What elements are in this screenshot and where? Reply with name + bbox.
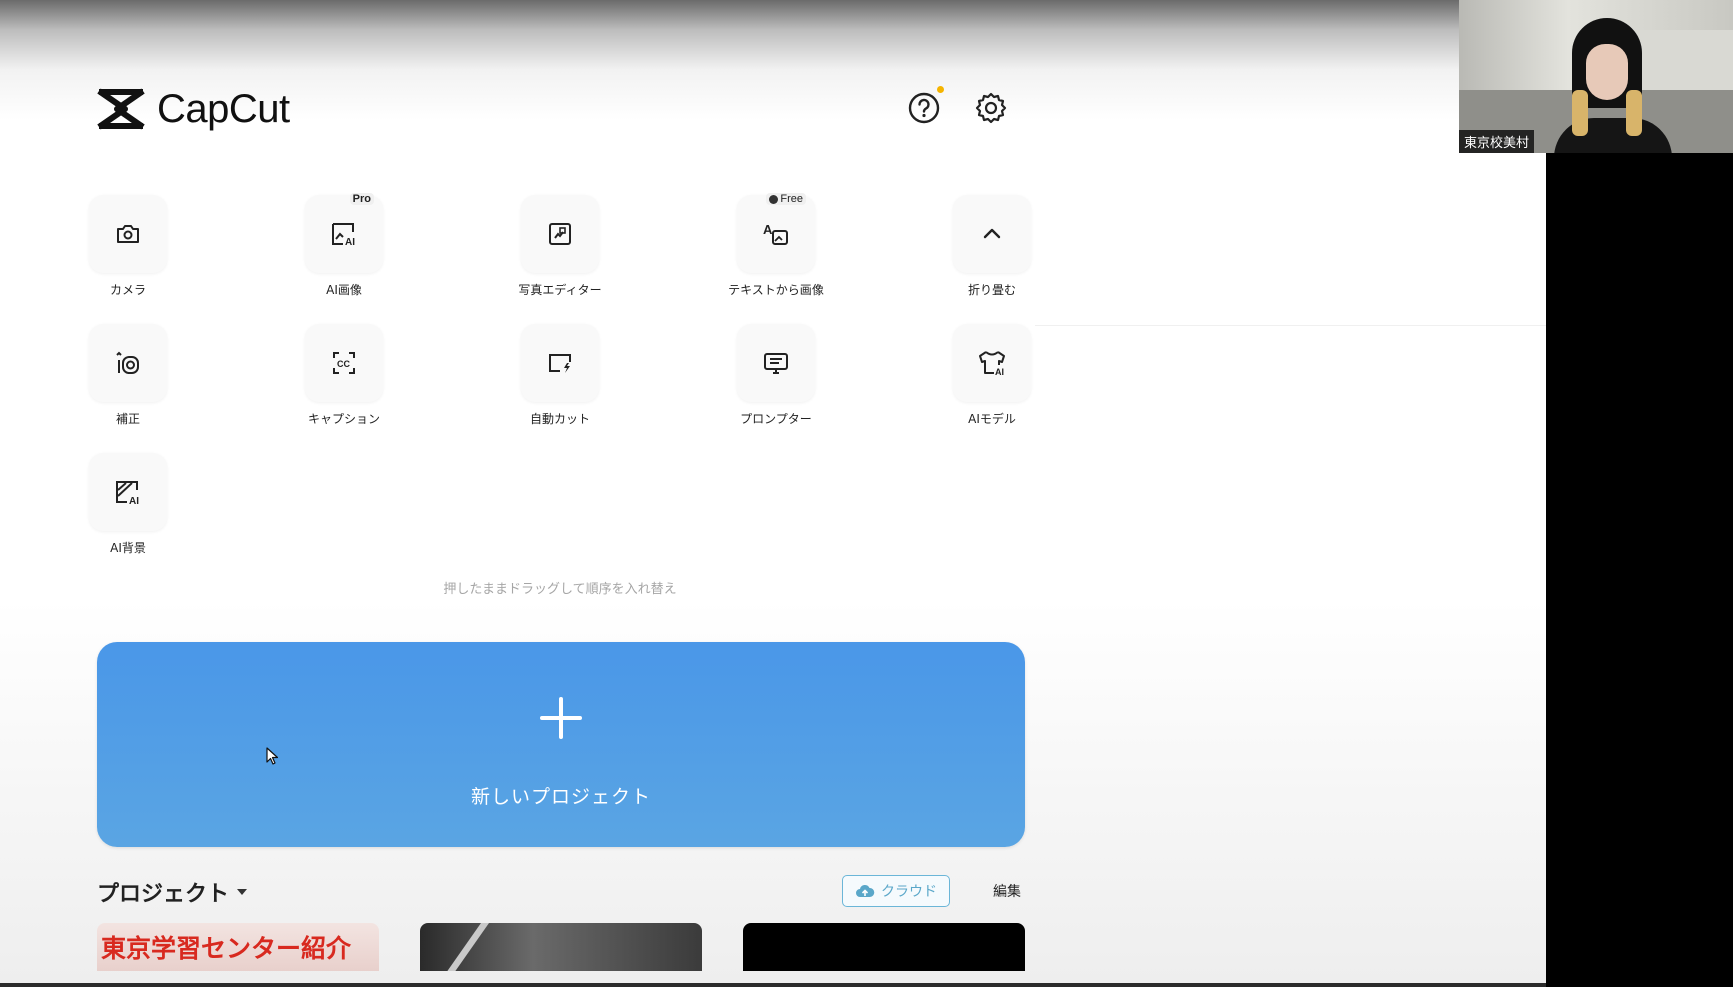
- autocut-icon: [549, 354, 571, 373]
- chevron-up-icon: [983, 228, 1001, 239]
- project-thumbnail-title: 東京学習センター紹介: [101, 934, 352, 963]
- ai-image-icon: AI: [332, 223, 355, 248]
- free-badge: Free: [766, 193, 806, 205]
- tool-ai-background[interactable]: AI AI背景: [68, 453, 178, 563]
- window-bottom-edge: [0, 983, 1546, 987]
- tool-label: 自動カット: [529, 412, 590, 426]
- cloud-upload-icon: [856, 884, 875, 897]
- cloud-label: クラウド: [881, 884, 937, 900]
- capcut-window: CapCut カメラ Pro AI AI画像 写真エディター Free A テキ…: [0, 0, 1546, 987]
- tool-label: 補正: [115, 412, 140, 426]
- plus-icon: [540, 697, 582, 739]
- tool-photo-editor[interactable]: 写真エディター: [500, 195, 610, 305]
- webcam-overlay: 東京校美村: [1459, 0, 1733, 153]
- tool-prompter[interactable]: プロンプター: [716, 324, 826, 434]
- ai-background-icon: AI: [116, 481, 139, 506]
- caret-down-icon: [237, 889, 248, 895]
- notification-dot: [937, 86, 944, 93]
- photo-editor-icon: [549, 223, 571, 245]
- capcut-logo: CapCut: [95, 84, 290, 134]
- tool-photo-editor-button[interactable]: [521, 195, 599, 273]
- tool-label: テキストから画像: [728, 283, 824, 297]
- reorder-hint: 押したままドラッグして順序を入れ替え: [443, 582, 677, 597]
- tool-camera-button[interactable]: [89, 195, 167, 273]
- help-button[interactable]: [906, 86, 944, 126]
- svg-text:AI: AI: [345, 237, 355, 248]
- tool-retouch-button[interactable]: [89, 324, 167, 402]
- projects-dropdown[interactable]: プロジェクト: [97, 876, 248, 908]
- tool-autocut-button[interactable]: [521, 324, 599, 402]
- retouch-icon: [116, 351, 139, 374]
- tool-label: AI背景: [110, 541, 146, 555]
- tool-camera[interactable]: カメラ: [68, 195, 178, 305]
- mouse-cursor-icon: [266, 747, 278, 765]
- tool-ai-model[interactable]: AI AIモデル: [932, 324, 1042, 434]
- settings-button[interactable]: [973, 90, 1009, 126]
- tool-collapse[interactable]: 折り畳む: [932, 195, 1042, 305]
- gear-icon: [975, 92, 1007, 124]
- tool-captions[interactable]: CC キャプション: [284, 324, 394, 434]
- captions-icon: CC: [333, 352, 355, 374]
- capcut-logo-icon: [97, 88, 145, 130]
- text-to-image-icon: A: [763, 222, 788, 245]
- svg-text:A: A: [763, 222, 773, 237]
- svg-text:AI: AI: [995, 367, 1004, 377]
- project-thumbnail[interactable]: [743, 923, 1025, 971]
- tool-autocut[interactable]: 自動カット: [500, 324, 610, 434]
- tool-label: AIモデル: [968, 412, 1016, 426]
- app-name: CapCut: [157, 86, 290, 131]
- tool-label: プロンプター: [740, 412, 812, 426]
- tool-captions-button[interactable]: CC: [305, 324, 383, 402]
- tool-text-to-image[interactable]: Free A テキストから画像: [716, 193, 826, 305]
- tool-ai-model-button[interactable]: AI: [953, 324, 1031, 402]
- new-project-label: 新しいプロジェクト: [470, 786, 651, 808]
- prompter-icon: [764, 353, 788, 374]
- svg-text:CC: CC: [337, 359, 350, 369]
- tool-prompter-button[interactable]: [737, 324, 815, 402]
- new-project-button[interactable]: 新しいプロジェクト: [97, 642, 1025, 847]
- ai-model-icon: AI: [979, 351, 1005, 377]
- edit-button[interactable]: 編集: [993, 881, 1021, 901]
- svg-text:AI: AI: [129, 496, 139, 506]
- divider: [1035, 325, 1546, 326]
- project-thumbnail[interactable]: 東京学習センター紹介: [97, 923, 379, 971]
- help-icon: [908, 92, 940, 124]
- tool-collapse-button[interactable]: [953, 195, 1031, 273]
- tool-ai-background-button[interactable]: AI: [89, 453, 167, 531]
- tool-ai-image[interactable]: Pro AI AI画像: [284, 193, 394, 305]
- tool-ai-image-button[interactable]: Pro AI: [305, 193, 383, 273]
- project-thumbnail[interactable]: [420, 923, 702, 971]
- cloud-button[interactable]: クラウド: [842, 875, 950, 907]
- tool-label: 写真エディター: [518, 283, 602, 297]
- webcam-name-label: 東京校美村: [1459, 130, 1535, 153]
- camera-icon: [117, 225, 139, 243]
- tool-label: キャプション: [307, 412, 380, 426]
- tool-label: カメラ: [109, 283, 146, 297]
- tool-retouch[interactable]: 補正: [68, 324, 178, 434]
- tool-label: 折り畳む: [967, 283, 1016, 297]
- tool-text-to-image-button[interactable]: Free A: [737, 193, 815, 273]
- webcam-person: [1554, 18, 1672, 153]
- projects-title: プロジェクト: [97, 882, 230, 907]
- pro-badge: Pro: [349, 193, 374, 205]
- tool-label: AI画像: [326, 283, 362, 297]
